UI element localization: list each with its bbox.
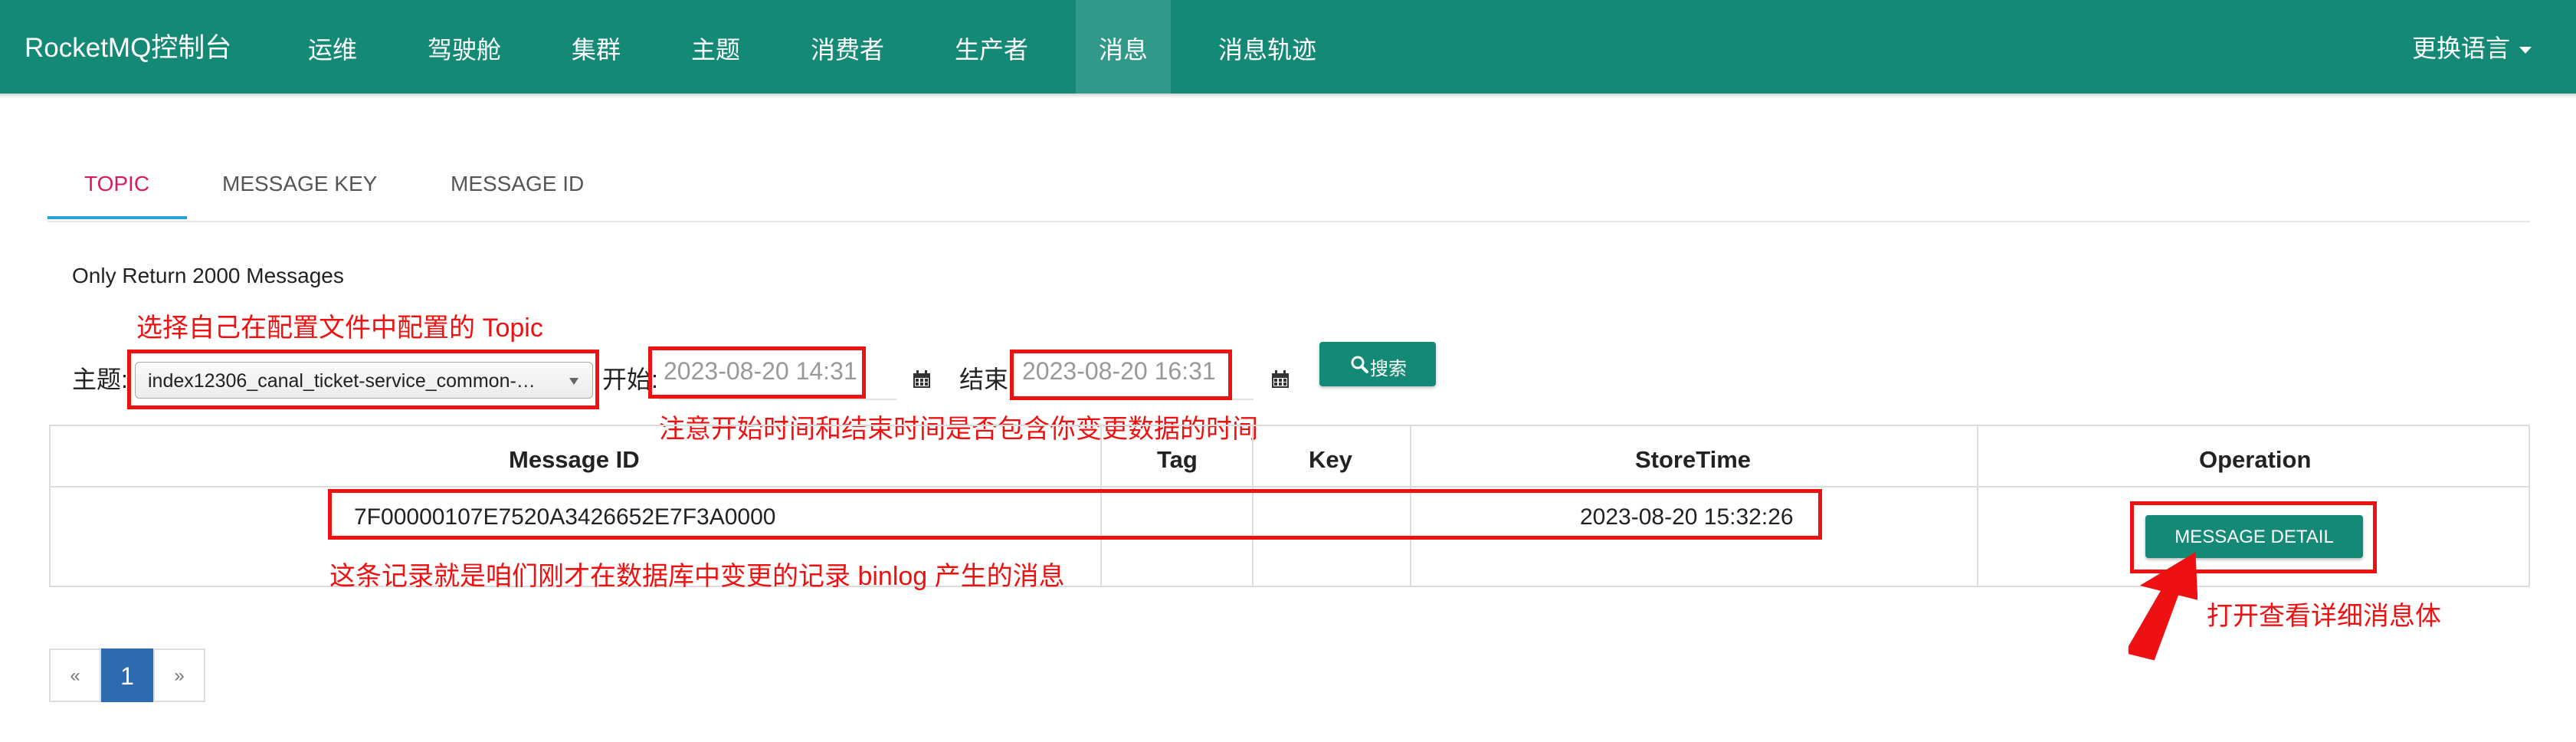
nav-item-dashboard[interactable]: 驾驶舱 — [428, 0, 501, 94]
tabs-divider — [48, 221, 2530, 222]
highlight-message-row — [328, 489, 1822, 540]
active-tab-indicator — [48, 216, 187, 219]
nav-item-message-trace[interactable]: 消息轨迹 — [1218, 0, 1316, 94]
tab-topic[interactable]: TOPIC — [84, 172, 149, 196]
annotation-row-hint: 这条记录就是咱们刚才在数据库中变更的记录 binlog 产生的消息 — [329, 562, 1065, 591]
search-button[interactable]: 搜索 — [1319, 342, 1436, 386]
navbar-shadow — [0, 94, 2576, 98]
red-arrow-icon — [2129, 552, 2197, 661]
highlight-start-time — [648, 346, 866, 399]
header-operation: Operation — [2199, 446, 2312, 473]
tab-message-key[interactable]: MESSAGE KEY — [222, 172, 377, 196]
top-navbar: RocketMQ控制台 运维 驾驶舱 集群 主题 消费者 生产者 消息 消息轨迹… — [0, 0, 2576, 94]
nav-item-consumer[interactable]: 消费者 — [811, 0, 884, 94]
pagination-next[interactable]: » — [153, 648, 205, 702]
pagination-prev[interactable]: « — [49, 648, 101, 702]
nav-item-ops[interactable]: 运维 — [308, 0, 357, 94]
header-store-time: StoreTime — [1635, 446, 1752, 473]
app-brand[interactable]: RocketMQ控制台 — [25, 26, 231, 65]
annotation-topic-hint: 选择自己在配置文件中配置的 Topic — [136, 314, 543, 343]
tab-message-id[interactable]: MESSAGE ID — [451, 172, 584, 196]
pagination-page-1[interactable]: 1 — [101, 648, 153, 702]
start-time-underline — [659, 399, 896, 400]
header-tag: Tag — [1157, 446, 1198, 473]
caret-down-icon — [2519, 47, 2532, 54]
search-button-label: 搜索 — [1370, 359, 1407, 379]
column-divider — [1977, 426, 1978, 586]
highlight-topic-select — [127, 350, 599, 409]
nav-item-producer[interactable]: 生产者 — [955, 0, 1028, 94]
nav-item-cluster[interactable]: 集群 — [572, 0, 621, 94]
nav-item-message[interactable]: 消息 — [1076, 0, 1171, 94]
search-icon — [1351, 356, 1368, 373]
header-message-id: Message ID — [509, 446, 640, 473]
calendar-icon[interactable] — [1270, 369, 1290, 389]
header-divider — [51, 486, 2528, 488]
calendar-icon[interactable] — [912, 369, 932, 389]
end-label: 结束 — [959, 366, 1009, 393]
header-key: Key — [1309, 446, 1352, 473]
language-label: 更换语言 — [2412, 34, 2511, 62]
annotation-detail-hint: 打开查看详细消息体 — [2207, 602, 2441, 631]
nav-item-topic[interactable]: 主题 — [691, 0, 740, 94]
highlight-end-time — [1010, 350, 1232, 400]
language-dropdown[interactable]: 更换语言 — [2412, 29, 2532, 64]
topic-label: 主题: — [72, 366, 128, 393]
return-limit-note: Only Return 2000 Messages — [72, 264, 344, 287]
